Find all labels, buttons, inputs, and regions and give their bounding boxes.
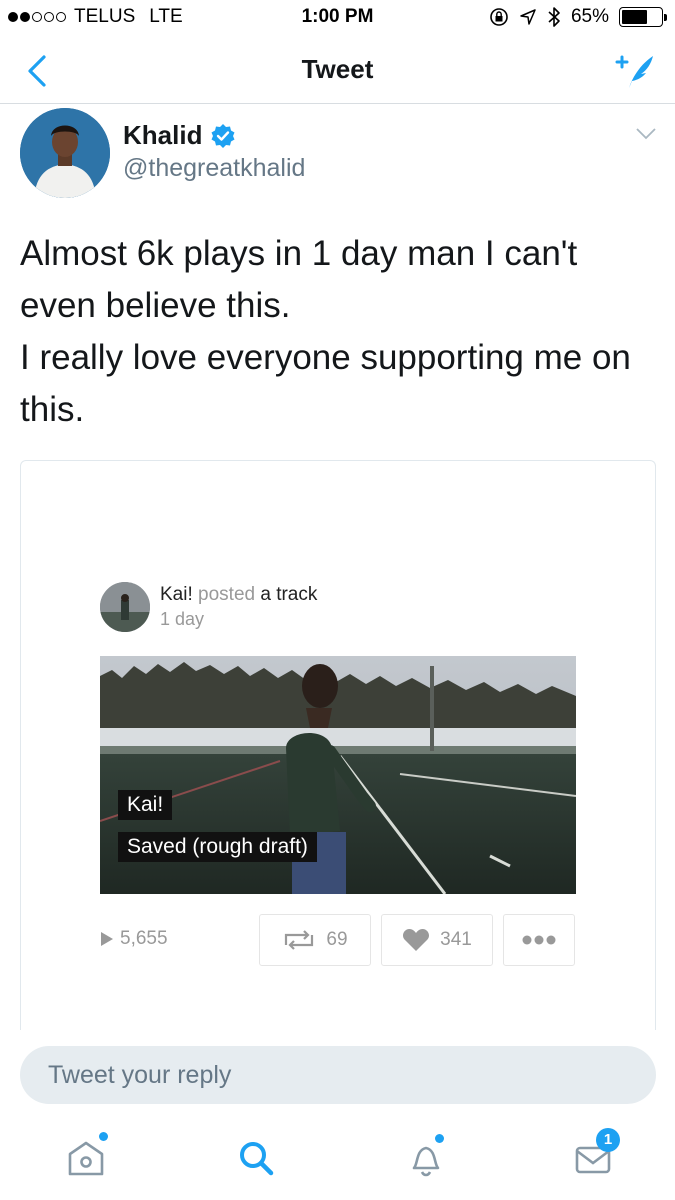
status-bar: TELUS LTE 1:00 PM 65% xyxy=(0,0,675,36)
like-count: 341 xyxy=(440,929,472,950)
bluetooth-icon xyxy=(548,7,560,27)
verified-badge-icon xyxy=(211,123,235,148)
reply-input[interactable]: Tweet your reply xyxy=(20,1046,656,1104)
location-icon xyxy=(520,9,536,25)
play-icon xyxy=(101,932,113,946)
home-icon xyxy=(68,1141,104,1176)
play-count: 5,655 xyxy=(100,928,168,950)
more-dots-icon xyxy=(522,935,556,945)
avatar[interactable] xyxy=(20,108,110,198)
battery-fill xyxy=(622,10,647,24)
tab-messages[interactable]: 1 xyxy=(572,1128,620,1180)
tweet-text: Almost 6k plays in 1 day man I can't eve… xyxy=(20,228,660,436)
repost-count: 69 xyxy=(326,929,348,950)
repost-button[interactable]: 69 xyxy=(259,914,371,966)
tab-search[interactable] xyxy=(234,1136,278,1180)
search-icon xyxy=(240,1142,274,1176)
compose-tweet-icon[interactable] xyxy=(613,50,657,90)
chevron-down-icon[interactable] xyxy=(635,126,657,142)
post-age: 1 day xyxy=(160,609,205,629)
tab-notifications[interactable] xyxy=(404,1134,448,1180)
author-name[interactable]: Khalid xyxy=(123,120,236,151)
rotation-lock-icon xyxy=(490,8,508,26)
notifications-new-dot xyxy=(435,1134,444,1143)
posted-object: a track xyxy=(260,584,318,605)
tweet-text-line: Almost 6k plays in 1 day man I can't xyxy=(20,234,578,273)
bell-icon xyxy=(412,1146,440,1177)
status-right: 65% xyxy=(489,6,667,28)
poster-avatar xyxy=(100,582,150,632)
track-title: Saved (rough draft) xyxy=(118,832,317,862)
author-handle[interactable]: @thegreatkhalid xyxy=(123,154,305,183)
more-options-button[interactable] xyxy=(503,914,575,966)
battery-percent: 65% xyxy=(570,6,609,27)
messages-badge: 1 xyxy=(596,1128,620,1152)
battery-icon xyxy=(619,7,667,27)
tab-home[interactable] xyxy=(64,1132,108,1180)
like-button[interactable]: 341 xyxy=(381,914,493,966)
tweet-text-line: I really love everyone supporting me on xyxy=(20,338,631,377)
tweet-text-line: even believe this. xyxy=(20,286,291,325)
author-name-text: Khalid xyxy=(123,120,203,150)
poster-name: Kai! xyxy=(160,584,193,605)
heart-icon xyxy=(403,929,430,951)
nav-bar: Tweet xyxy=(0,36,675,104)
page-title: Tweet xyxy=(301,54,374,84)
home-new-dot xyxy=(99,1132,108,1141)
posted-line: Kai! posted a track xyxy=(160,584,317,606)
posted-word: posted xyxy=(198,584,256,605)
artist-label: Kai! xyxy=(118,790,173,820)
repost-icon xyxy=(285,930,314,950)
play-count-value: 5,655 xyxy=(120,928,168,949)
tweet-text-line: this. xyxy=(20,390,85,429)
